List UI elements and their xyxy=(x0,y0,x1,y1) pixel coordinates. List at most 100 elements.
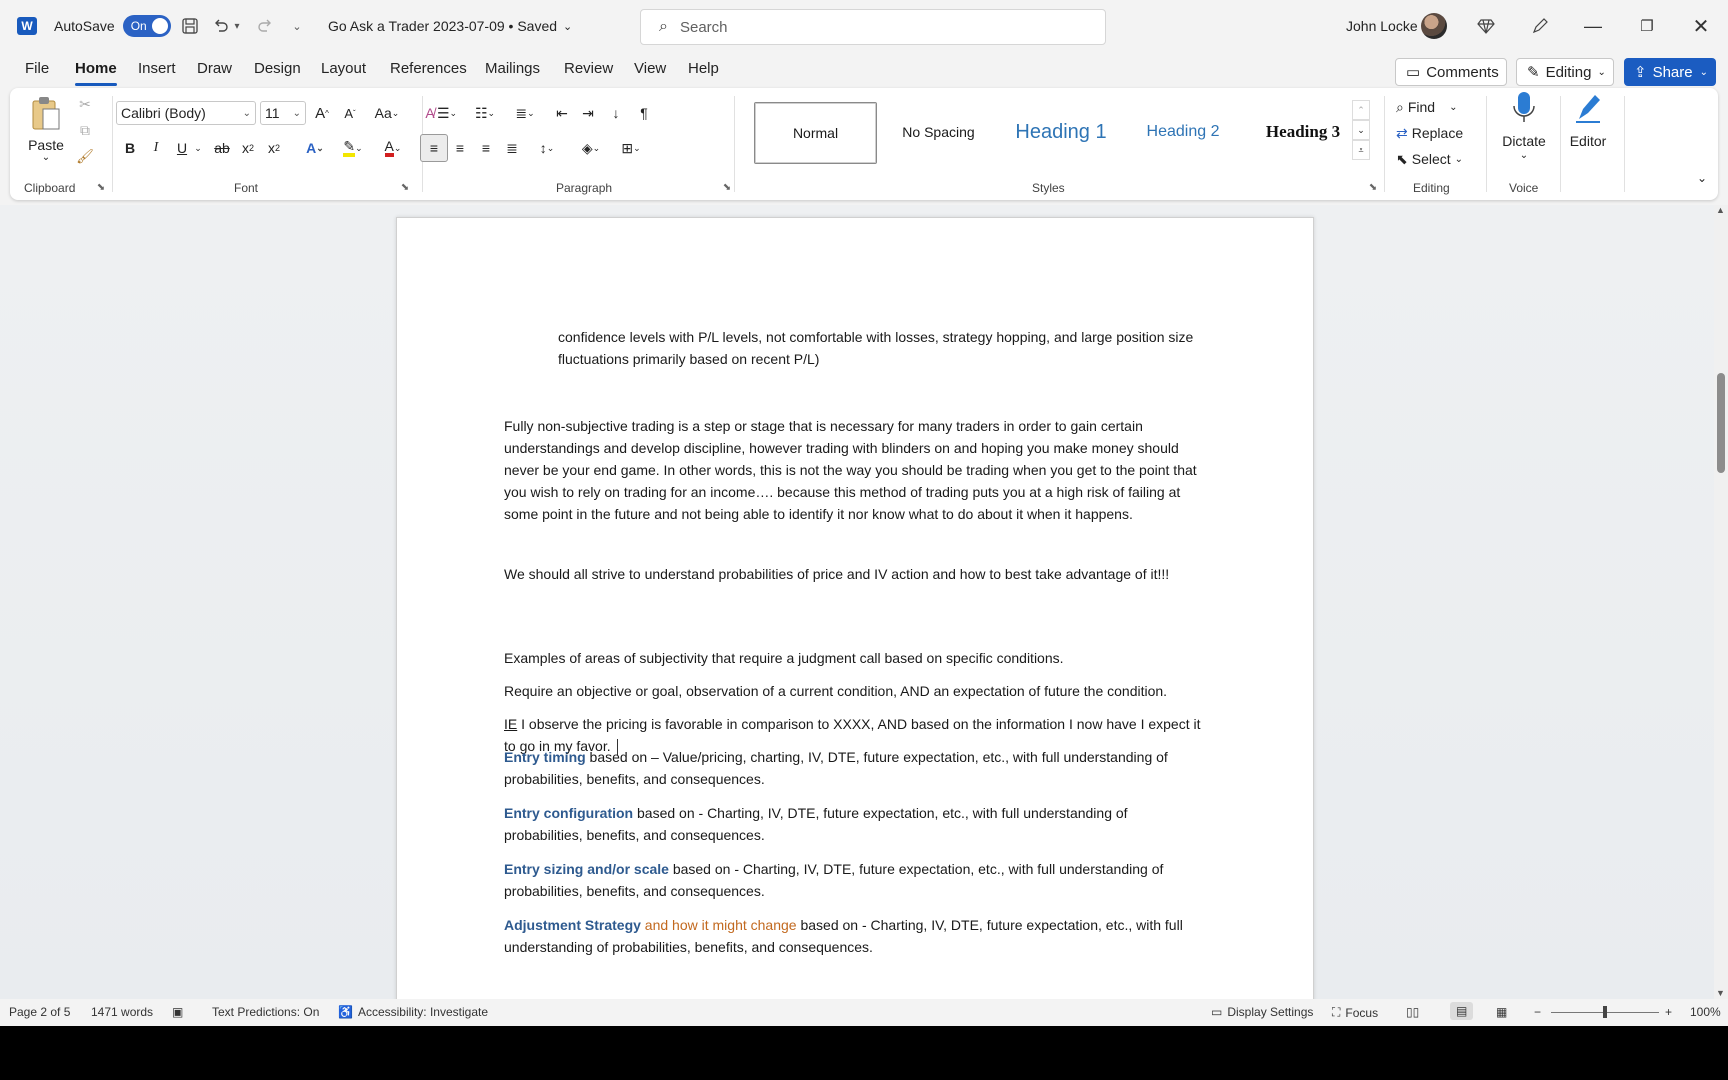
bullets-icon[interactable]: ☰ ⌄ xyxy=(430,101,464,125)
line-spacing-icon[interactable]: ↕ ⌄ xyxy=(530,136,564,160)
tab-layout[interactable]: Layout xyxy=(321,60,366,77)
zoom-slider-thumb[interactable] xyxy=(1603,1006,1607,1018)
align-center-button[interactable]: ≡ xyxy=(448,136,472,160)
scroll-down-icon[interactable]: ▼ xyxy=(1716,988,1725,998)
change-case-icon[interactable]: Aa ⌄ xyxy=(370,101,404,125)
premium-diamond-icon[interactable] xyxy=(1474,14,1498,38)
styles-scroll-up-icon[interactable]: ⌃ xyxy=(1352,100,1370,120)
style-no-spacing[interactable]: No Spacing xyxy=(879,102,998,162)
show-formatting-icon[interactable]: ¶ xyxy=(632,101,656,125)
style-normal[interactable]: Normal xyxy=(754,102,877,164)
editor-pen-icon[interactable] xyxy=(1566,88,1610,128)
borders-icon[interactable]: ⊞ ⌄ xyxy=(614,136,648,160)
tab-design[interactable]: Design xyxy=(254,60,301,77)
grow-font-icon[interactable]: A ^ xyxy=(310,101,334,125)
share-button[interactable]: ⇪ Share ⌄ xyxy=(1624,58,1716,86)
collapse-ribbon-icon[interactable]: ⌄ xyxy=(1694,170,1710,186)
numbering-icon[interactable]: ☷ ⌄ xyxy=(468,101,502,125)
align-right-button[interactable]: ≡ xyxy=(474,136,498,160)
print-layout-icon[interactable]: ▤ xyxy=(1450,1002,1474,1020)
autosave-toggle[interactable]: On xyxy=(122,15,171,37)
multilevel-list-icon[interactable]: ≣ ⌄ xyxy=(508,101,542,125)
select-button[interactable]: ⬉ Select ⌄ xyxy=(1396,148,1463,170)
comments-button[interactable]: ▭ Comments xyxy=(1395,58,1507,86)
styles-scroll-down-icon[interactable]: ⌄ xyxy=(1352,120,1370,140)
style-heading-3[interactable]: Heading 3 xyxy=(1244,102,1362,162)
focus-button[interactable]: ⛶ Focus xyxy=(1332,1005,1378,1020)
tab-references[interactable]: References xyxy=(390,60,467,77)
style-heading-2[interactable]: Heading 2 xyxy=(1124,102,1242,162)
tab-review[interactable]: Review xyxy=(564,60,613,77)
web-layout-icon[interactable]: ▦ xyxy=(1496,1005,1507,1019)
tab-help[interactable]: Help xyxy=(688,60,719,77)
font-color-icon[interactable]: A ⌄ xyxy=(376,136,410,160)
editor-button[interactable]: Editor xyxy=(1560,132,1616,150)
chevron-down-icon[interactable]: ⌄ xyxy=(36,152,56,163)
save-icon[interactable] xyxy=(178,14,202,38)
avatar[interactable] xyxy=(1421,13,1447,39)
document-title[interactable]: Go Ask a Trader 2023-07-09 • Saved ⌄ xyxy=(328,0,572,52)
font-size-combo[interactable]: 11 ⌄ xyxy=(260,101,306,125)
user-name[interactable]: John Locke xyxy=(1346,0,1418,52)
editing-mode-button[interactable]: ✎ Editing ⌄ xyxy=(1516,58,1614,86)
styles-more-icon[interactable]: ⩡ xyxy=(1352,140,1370,160)
shrink-font-icon[interactable]: Aˇ xyxy=(338,101,362,125)
tab-mailings[interactable]: Mailings xyxy=(485,60,540,77)
shading-icon[interactable]: ◈ ⌄ xyxy=(574,136,608,160)
scrollbar-thumb[interactable] xyxy=(1717,373,1725,473)
document-page[interactable]: confidence levels with P/L levels, not c… xyxy=(396,217,1314,999)
tab-view[interactable]: View xyxy=(634,60,666,77)
replace-button[interactable]: ⇄ Replace xyxy=(1396,122,1463,144)
scroll-up-icon[interactable]: ▲ xyxy=(1716,205,1725,215)
align-left-button[interactable]: ≡ xyxy=(420,134,448,162)
paste-icon[interactable] xyxy=(28,94,64,134)
sort-icon[interactable]: ↓ xyxy=(604,101,628,125)
display-settings-button[interactable]: ▭ Display Settings xyxy=(1211,1005,1313,1019)
tab-file[interactable]: File xyxy=(25,60,49,77)
chevron-down-icon[interactable]: ⌄ xyxy=(192,136,204,160)
proofing-icon[interactable]: ▣ xyxy=(172,1005,183,1019)
copy-icon[interactable]: ⧉ xyxy=(74,120,96,140)
vertical-scrollbar[interactable]: ▲ ▼ xyxy=(1714,205,1728,999)
undo-dropdown-icon[interactable]: ▾ xyxy=(230,14,244,38)
bold-button[interactable]: B xyxy=(118,136,142,160)
italic-button[interactable]: I xyxy=(144,136,168,160)
style-heading-1[interactable]: Heading 1 xyxy=(1000,102,1122,162)
dialog-launcher-icon[interactable]: ⬊ xyxy=(398,180,412,194)
format-painter-icon[interactable]: 🖌 xyxy=(74,146,96,166)
dialog-launcher-icon[interactable]: ⬊ xyxy=(94,180,108,194)
dialog-launcher-icon[interactable]: ⬊ xyxy=(1366,180,1380,194)
zoom-level[interactable]: 100% xyxy=(1690,1005,1721,1019)
page-count[interactable]: Page 2 of 5 xyxy=(9,1005,70,1019)
read-mode-icon[interactable]: ▯▯ xyxy=(1406,1005,1419,1019)
microphone-icon[interactable] xyxy=(1502,88,1546,128)
justify-button[interactable]: ≣ xyxy=(500,136,524,160)
zoom-out-icon[interactable]: − xyxy=(1534,1005,1541,1019)
highlight-icon[interactable]: ✎ ⌄ xyxy=(336,136,370,160)
redo-icon[interactable] xyxy=(253,14,277,38)
customize-quick-access-icon[interactable]: ⌄ xyxy=(285,14,309,38)
subscript-button[interactable]: x2 xyxy=(236,136,260,160)
chevron-down-icon[interactable]: ⌄ xyxy=(1700,67,1708,78)
tab-draw[interactable]: Draw xyxy=(197,60,232,77)
designer-pen-icon[interactable] xyxy=(1528,14,1552,38)
dialog-launcher-icon[interactable]: ⬊ xyxy=(720,180,734,194)
superscript-button[interactable]: x2 xyxy=(262,136,286,160)
cut-icon[interactable]: ✂ xyxy=(74,94,96,114)
text-predictions-status[interactable]: Text Predictions: On xyxy=(212,1005,319,1019)
search-input[interactable]: ⌕ Search xyxy=(640,9,1106,45)
word-app-icon[interactable]: W xyxy=(17,17,37,35)
word-count[interactable]: 1471 words xyxy=(91,1005,153,1019)
minimize-button[interactable]: — xyxy=(1566,0,1620,52)
underline-button[interactable]: U xyxy=(170,136,194,160)
restore-button[interactable]: ❐ xyxy=(1620,0,1674,52)
strikethrough-button[interactable]: ab xyxy=(210,136,234,160)
chevron-down-icon[interactable]: ⌄ xyxy=(1514,148,1534,162)
decrease-indent-icon[interactable]: ⇤ xyxy=(550,101,574,125)
close-button[interactable]: ✕ xyxy=(1674,0,1728,52)
tab-insert[interactable]: Insert xyxy=(138,60,176,77)
text-effects-icon[interactable]: A ⌄ xyxy=(300,136,330,160)
increase-indent-icon[interactable]: ⇥ xyxy=(576,101,600,125)
accessibility-status[interactable]: ♿ Accessibility: Investigate xyxy=(338,1005,488,1019)
font-name-combo[interactable]: Calibri (Body) ⌄ xyxy=(116,101,256,125)
